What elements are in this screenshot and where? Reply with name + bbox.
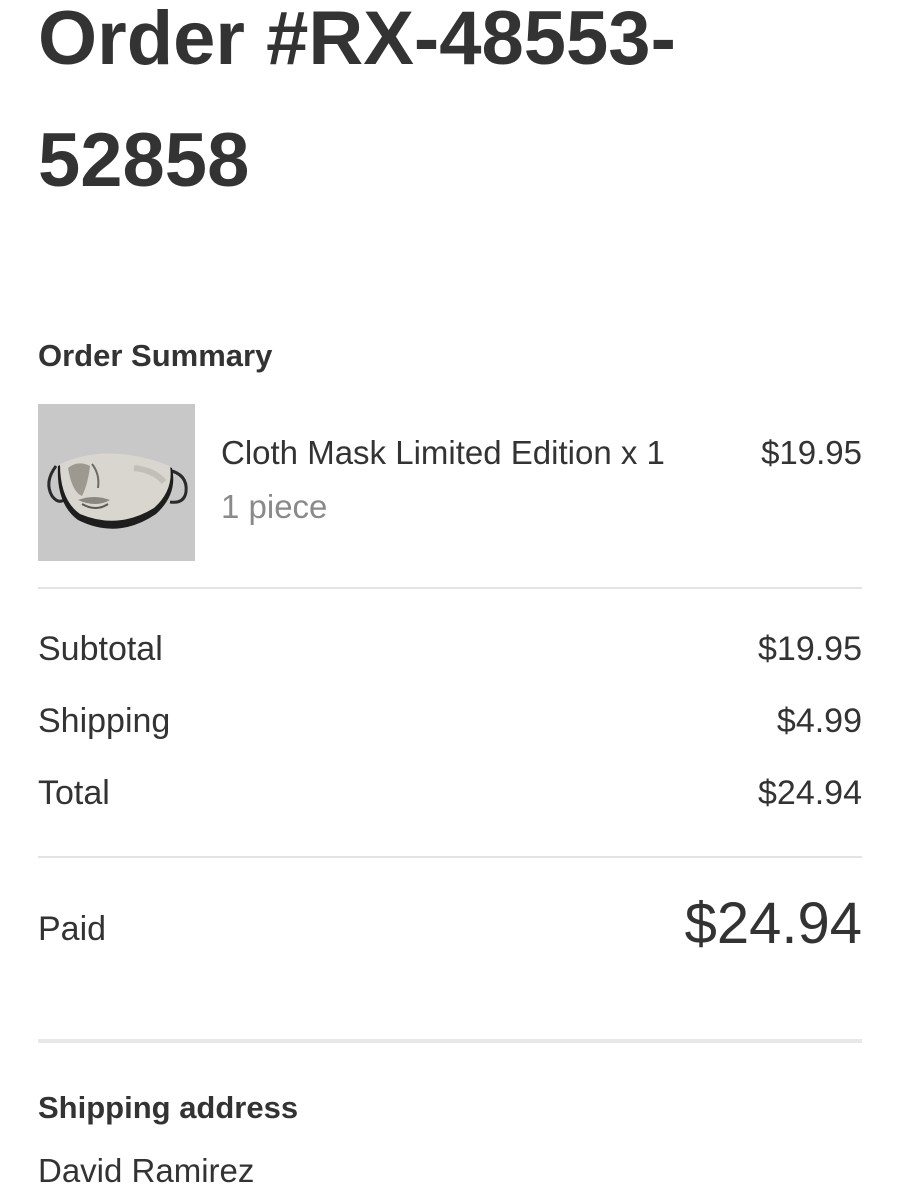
order-summary-heading: Order Summary [38,338,273,373]
line-item: Cloth Mask Limited Edition x 1 1 piece $… [38,404,862,562]
total-row: Total $24.94 [38,774,862,818]
paid-row: Paid $24.94 [38,890,862,970]
item-price: $19.95 [761,434,862,471]
shipping-address-heading: Shipping address [38,1090,299,1125]
cloth-mask-product-image [38,404,195,561]
order-status-page: Order #RX-48553-52858 Order Summary Clot… [0,0,900,1196]
divider [38,856,862,858]
paid-label: Paid [38,910,107,948]
item-name: Cloth Mask Limited Edition x 1 [221,434,665,471]
page-title: Order #RX-48553-52858 [38,0,676,203]
shipping-row: Shipping $4.99 [38,702,862,746]
paid-value: $24.94 [684,891,862,956]
total-value: $24.94 [758,774,862,812]
total-label: Total [38,774,110,812]
section-divider [38,1039,862,1043]
shipping-address-name: David Ramirez [38,1152,255,1189]
divider [38,587,862,589]
shipping-value: $4.99 [776,702,862,740]
shipping-label: Shipping [38,702,171,740]
item-variant: 1 piece [221,488,328,525]
subtotal-value: $19.95 [758,630,862,668]
subtotal-row: Subtotal $19.95 [38,630,862,674]
subtotal-label: Subtotal [38,630,163,668]
